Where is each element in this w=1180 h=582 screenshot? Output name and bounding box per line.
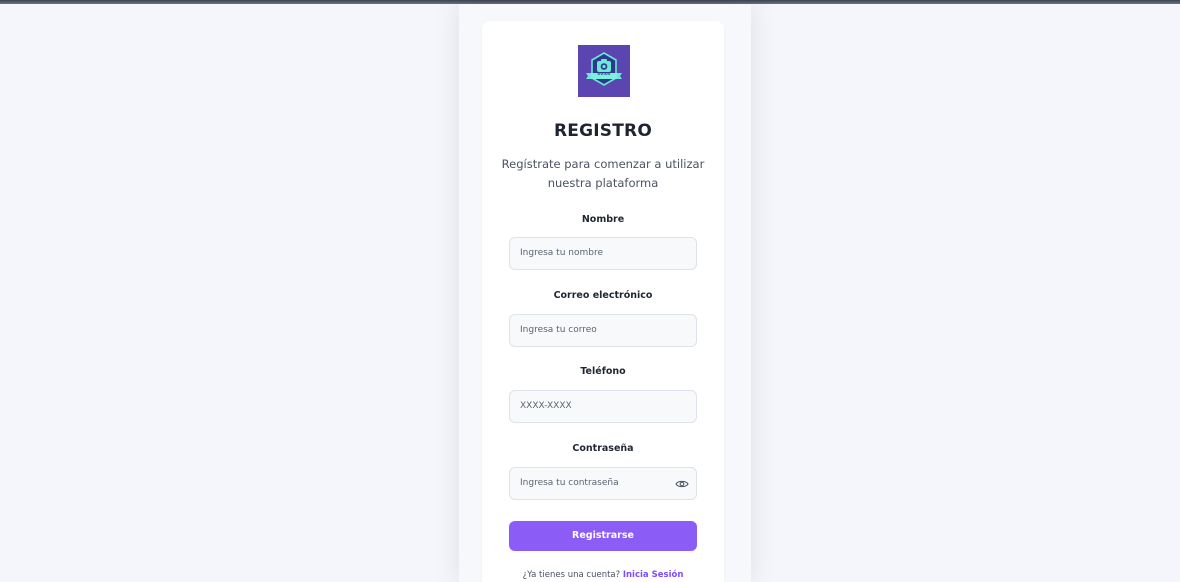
- email-placeholder: Ingresa tu correo: [520, 325, 597, 335]
- name-placeholder: Ingresa tu nombre: [520, 248, 603, 258]
- email-input[interactable]: Ingresa tu correo: [509, 314, 697, 347]
- register-button[interactable]: Registrarse: [509, 521, 697, 551]
- page-title: REGISTRO: [554, 121, 652, 141]
- password-placeholder: Ingresa tu contraseña: [520, 478, 619, 488]
- login-prompt-text: ¿Ya tienes una cuenta?: [522, 570, 621, 580]
- eye-icon[interactable]: [675, 477, 689, 491]
- register-card: OVIOS REGISTRO Regístrate para comenzar …: [482, 21, 724, 582]
- login-prompt: ¿Ya tienes una cuenta? Inicia Sesión: [482, 570, 724, 580]
- email-label: Correo electrónico: [553, 290, 653, 301]
- phone-input[interactable]: XXXX-XXXX: [509, 390, 697, 423]
- logo-text: OVIOS: [597, 72, 611, 76]
- name-input[interactable]: Ingresa tu nombre: [509, 237, 697, 270]
- password-input[interactable]: Ingresa tu contraseña: [509, 467, 697, 500]
- name-label: Nombre: [581, 214, 625, 225]
- password-label: Contraseña: [572, 443, 634, 454]
- phone-label: Teléfono: [580, 366, 626, 377]
- page-subtitle: Regístrate para comenzar a utilizar nues…: [501, 157, 705, 190]
- login-link[interactable]: Inicia Sesión: [623, 570, 684, 580]
- phone-placeholder: XXXX-XXXX: [520, 401, 572, 411]
- app-logo: OVIOS: [578, 45, 630, 97]
- camera-icon: [578, 45, 630, 97]
